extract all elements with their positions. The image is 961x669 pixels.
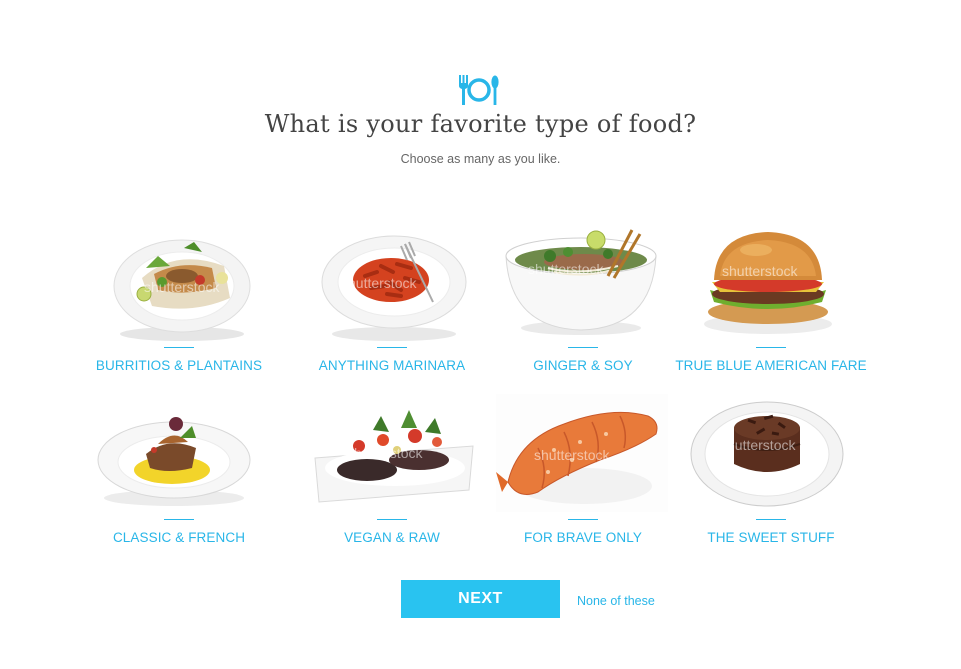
page-subtitle: Choose as many as you like. <box>400 152 561 166</box>
divider <box>164 519 194 520</box>
vegan-rolls-plate-image: shutterstock <box>314 410 474 503</box>
watermark: shutterstock <box>528 261 604 277</box>
divider <box>377 347 407 348</box>
divider <box>377 519 407 520</box>
watermark: shutterstock <box>722 263 798 279</box>
penne-marinara-plate-image: shutterstock <box>321 235 467 341</box>
watermark: shutterstock <box>341 275 417 291</box>
watermark: shutterstock <box>720 437 796 453</box>
pho-bowl-image: shutterstock <box>505 229 657 335</box>
burrito-plate-image: shutterstock <box>113 239 251 341</box>
watermark: shutterstock <box>144 279 220 295</box>
none-of-these-link[interactable]: None of these <box>577 594 655 608</box>
next-button[interactable]: NEXT <box>401 580 560 618</box>
option-label: BURRITIOS & PLANTAINS <box>95 358 263 373</box>
fork-plate-spoon-icon <box>459 75 499 105</box>
lobster-tail-image: shutterstock <box>496 394 668 512</box>
divider <box>568 519 598 520</box>
divider <box>756 519 786 520</box>
option-label: TRUE BLUE AMERICAN FARE <box>675 358 867 373</box>
option-label: THE SWEET STUFF <box>707 530 835 545</box>
chocolate-cake-image: shutterstock <box>690 401 844 507</box>
option-label: CLASSIC & FRENCH <box>112 530 246 545</box>
divider <box>164 347 194 348</box>
french-dish-plate-image <box>97 417 251 506</box>
burger-image: shutterstock <box>704 232 832 334</box>
watermark: shutterstock <box>347 445 423 461</box>
watermark: shutterstock <box>534 447 610 463</box>
divider <box>568 347 598 348</box>
divider <box>756 347 786 348</box>
page-title: What is your favorite type of food? <box>264 110 697 138</box>
